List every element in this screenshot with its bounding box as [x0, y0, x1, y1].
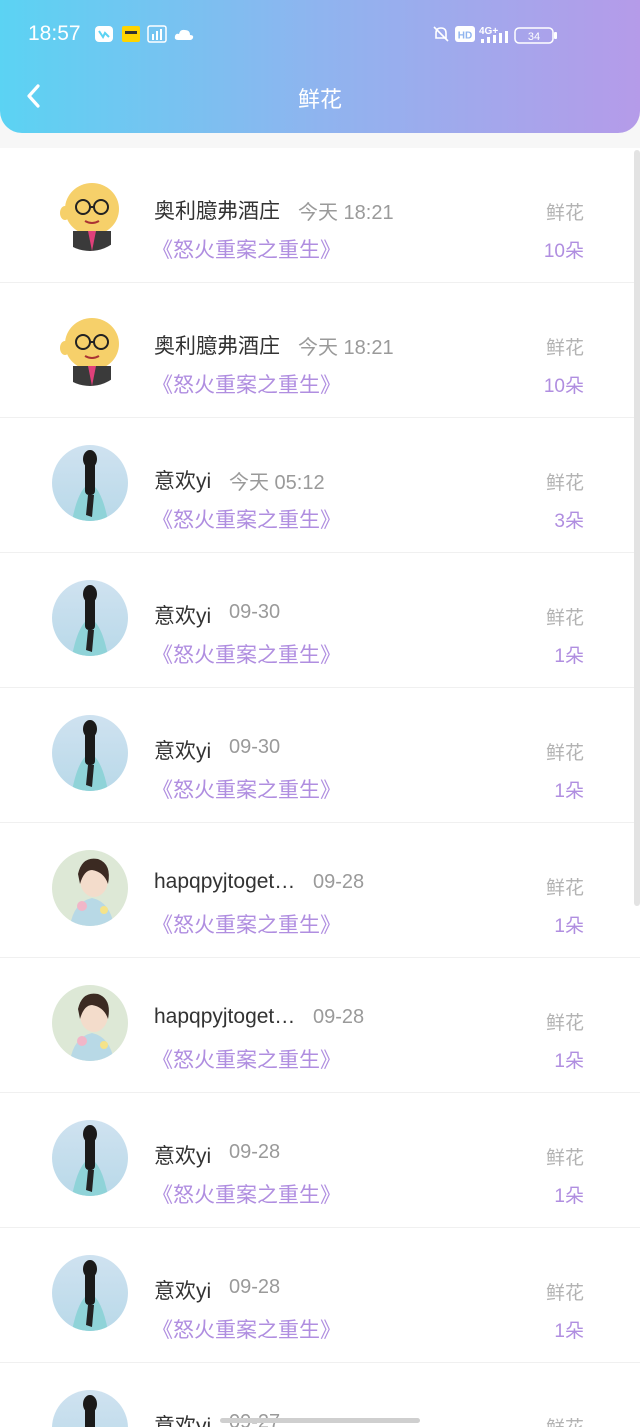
book-title-link[interactable]: 《怒火重案之重生》 — [152, 774, 341, 804]
cloud-icon — [174, 29, 194, 40]
gift-count: 1朵 — [554, 1321, 584, 1342]
avatar[interactable] — [52, 1390, 128, 1427]
avatar[interactable] — [52, 1120, 128, 1196]
sender-name: hapqpyjtoget… — [154, 870, 296, 893]
svg-text:34: 34 — [528, 31, 540, 43]
sender-name: 意欢yi — [154, 605, 212, 628]
gift-type-label: 鲜花 — [546, 1413, 584, 1427]
meituan-icon — [122, 26, 140, 42]
avatar[interactable] — [52, 310, 128, 386]
gift-time: 今天 18:21 — [298, 202, 394, 224]
avatar[interactable] — [52, 175, 128, 251]
gift-time: 今天 18:21 — [298, 337, 394, 359]
gift-time: 09-28 — [313, 1006, 365, 1028]
gift-time: 09-28 — [229, 1141, 281, 1163]
sender-name: 意欢yi — [154, 1145, 212, 1168]
list-item[interactable]: hapqpyjtoget… 09-28 《怒火重案之重生》 鲜花 1朵 — [0, 823, 640, 958]
gift-type-label: 鲜花 — [545, 608, 584, 629]
avatar[interactable] — [52, 580, 128, 656]
avatar[interactable] — [52, 1255, 128, 1331]
list-item[interactable]: 意欢yi 09-28 《怒火重案之重生》 鲜花 1朵 — [0, 1093, 640, 1228]
avatar[interactable] — [52, 985, 128, 1061]
gift-count: 10朵 — [543, 241, 584, 262]
book-title-link[interactable]: 《怒火重案之重生》 — [152, 504, 341, 534]
gift-count: 1朵 — [554, 781, 584, 802]
book-title-link[interactable]: 《怒火重案之重生》 — [152, 1044, 341, 1074]
sender-name: 意欢yi — [154, 1280, 212, 1303]
hd-icon: HD — [455, 26, 475, 42]
bar-chart-app-icon — [147, 25, 167, 43]
book-title-link[interactable]: 《怒火重案之重生》 — [152, 639, 341, 669]
gift-type-label: 鲜花 — [545, 1013, 584, 1034]
gift-count: 1朵 — [554, 646, 584, 667]
gift-type-label: 鲜花 — [545, 1283, 584, 1304]
gift-time: 今天 05:12 — [229, 472, 325, 494]
gift-time: 09-28 — [229, 1276, 281, 1298]
scrollbar[interactable] — [634, 150, 640, 906]
sender-name: 奥利臆弗酒庄 — [154, 335, 280, 358]
gift-count: 1朵 — [554, 916, 584, 937]
avatar[interactable] — [52, 715, 128, 791]
list-item[interactable]: 意欢yi 今天 05:12 《怒火重案之重生》 鲜花 3朵 — [0, 418, 640, 553]
list-item[interactable]: 奥利臆弗酒庄 今天 18:21 《怒火重案之重生》 鲜花 10朵 — [0, 283, 640, 418]
notification-app-icon — [95, 26, 113, 42]
book-title-link[interactable]: 《怒火重案之重生》 — [152, 1314, 341, 1344]
gift-count: 10朵 — [543, 376, 584, 397]
battery-icon: 34 — [514, 27, 557, 44]
app-header: 18:57 HD 4G+ 34 鲜花 — [0, 0, 640, 133]
sender-name: 意欢yi — [154, 1415, 212, 1427]
sender-name: 意欢yi — [154, 740, 212, 763]
gift-time: 09-30 — [229, 736, 281, 758]
gift-type-label: 鲜花 — [545, 1148, 584, 1169]
signal-icon: 4G+ — [479, 26, 508, 43]
sender-name: hapqpyjtoget… — [154, 1005, 296, 1028]
status-time: 18:57 — [28, 22, 81, 45]
svg-text:HD: HD — [458, 31, 472, 42]
list-item[interactable]: 意欢yi 09-30 《怒火重案之重生》 鲜花 1朵 — [0, 688, 640, 823]
bell-muted-icon — [433, 26, 449, 42]
gift-count: 1朵 — [554, 1186, 584, 1207]
book-title-link[interactable]: 《怒火重案之重生》 — [152, 909, 341, 939]
list-item[interactable]: 意欢yi 09-30 《怒火重案之重生》 鲜花 1朵 — [0, 553, 640, 688]
book-title-link[interactable]: 《怒火重案之重生》 — [152, 1179, 341, 1209]
flower-gift-list[interactable]: 奥利臆弗酒庄 今天 18:21 《怒火重案之重生》 鲜花 10朵 奥利臆弗酒庄 今天 18:… — [0, 148, 640, 1427]
list-item[interactable]: hapqpyjtoget… 09-28 《怒火重案之重生》 鲜花 1朵 — [0, 958, 640, 1093]
gift-time: 09-28 — [313, 871, 365, 893]
gift-time: 09-30 — [229, 601, 281, 623]
home-indicator[interactable] — [220, 1418, 420, 1423]
page-title: 鲜花 — [297, 87, 342, 112]
status-bar: 18:57 HD 4G+ 34 — [0, 0, 640, 72]
list-item[interactable]: 奥利臆弗酒庄 今天 18:21 《怒火重案之重生》 鲜花 10朵 — [0, 148, 640, 283]
avatar[interactable] — [52, 850, 128, 926]
gift-type-label: 鲜花 — [545, 473, 584, 494]
avatar[interactable] — [52, 445, 128, 521]
book-title-link[interactable]: 《怒火重案之重生》 — [152, 369, 341, 399]
gift-type-label: 鲜花 — [545, 338, 584, 359]
book-title-link[interactable]: 《怒火重案之重生》 — [152, 234, 341, 264]
gift-count: 1朵 — [554, 1051, 584, 1072]
gift-type-label: 鲜花 — [545, 878, 584, 899]
list-item[interactable]: 意欢yi 09-28 《怒火重案之重生》 鲜花 1朵 — [0, 1228, 640, 1363]
gift-type-label: 鲜花 — [545, 743, 584, 764]
gift-count: 3朵 — [554, 511, 584, 532]
sender-name: 奥利臆弗酒庄 — [154, 200, 280, 223]
sender-name: 意欢yi — [154, 470, 212, 493]
gift-type-label: 鲜花 — [545, 203, 584, 224]
